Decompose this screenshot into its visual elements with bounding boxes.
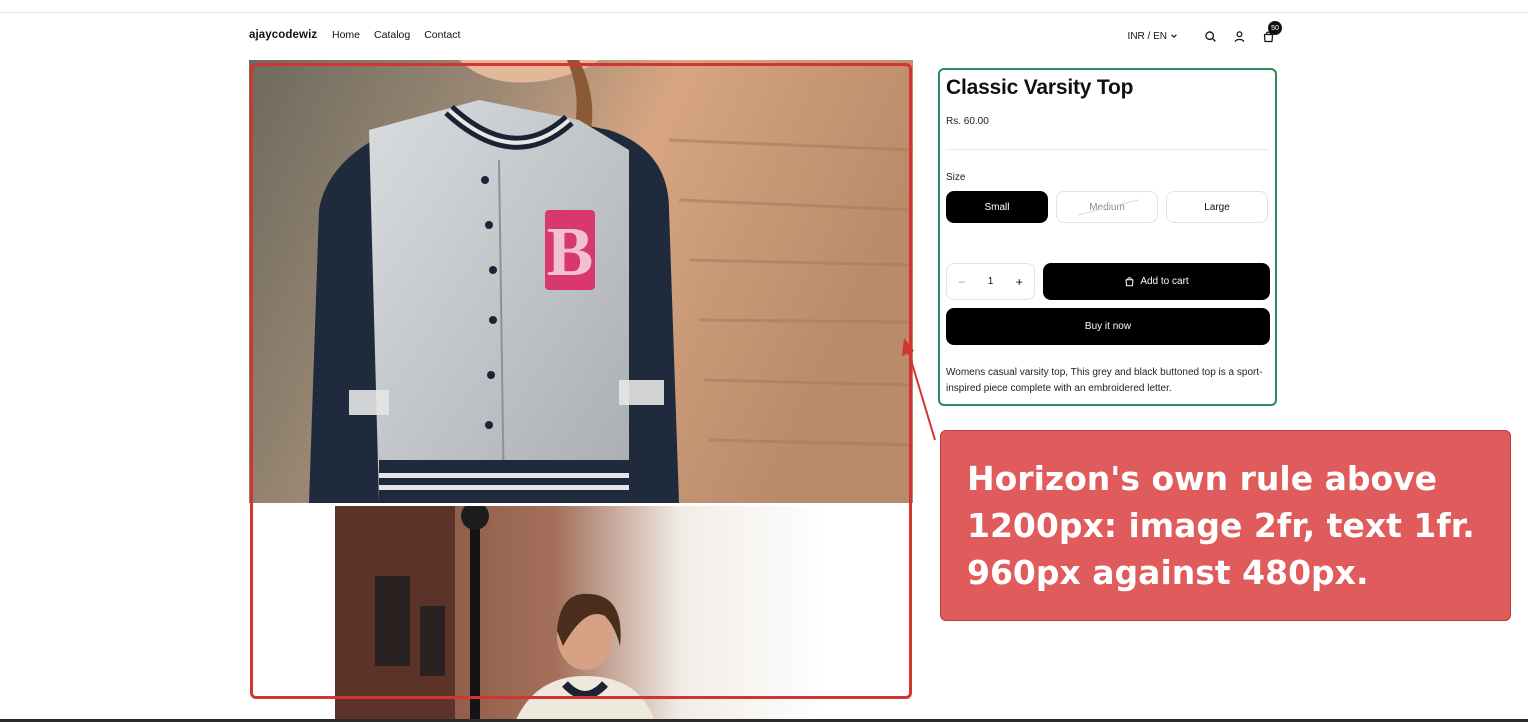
buy-now-button[interactable]: Buy it now [946, 308, 1270, 345]
cart-count-badge: 50 [1268, 21, 1282, 35]
quantity-increase-button[interactable]: + [1016, 275, 1023, 289]
account-icon [1234, 30, 1244, 42]
store-logo[interactable]: ajaycodewiz [249, 29, 317, 41]
quantity-stepper: − 1 + [946, 263, 1035, 300]
locale-selector[interactable]: INR / EN [1128, 31, 1178, 42]
account-button[interactable] [1228, 25, 1250, 47]
search-button[interactable] [1199, 25, 1221, 47]
cart-add-icon [1125, 277, 1134, 287]
size-option-small[interactable]: Small [946, 191, 1048, 223]
size-option-medium[interactable]: Medium [1056, 191, 1158, 223]
search-icon [1204, 30, 1216, 42]
product-price: Rs. 60.00 [946, 116, 989, 127]
main-nav: Home Catalog Contact [332, 29, 460, 41]
nav-contact[interactable]: Contact [424, 29, 460, 41]
quantity-value[interactable]: 1 [988, 276, 994, 287]
header-actions: INR / EN 50 [1128, 21, 1282, 47]
size-label: Size [946, 172, 966, 183]
info-divider [946, 149, 1268, 150]
quantity-decrease-button[interactable]: − [958, 275, 965, 289]
chevron-down-icon [1171, 34, 1177, 38]
annotation-callout: Horizon's own rule above 1200px: image 2… [940, 430, 1511, 621]
nav-catalog[interactable]: Catalog [374, 29, 410, 41]
size-options: Small Medium Large [946, 191, 1268, 223]
top-divider [0, 12, 1528, 13]
product-title: Classic Varsity Top [946, 76, 1134, 99]
cart-button[interactable]: 50 [1257, 21, 1282, 47]
nav-home[interactable]: Home [332, 29, 360, 41]
locale-label: INR / EN [1127, 30, 1167, 42]
media-column-highlight [250, 63, 912, 699]
site-header: ajaycodewiz Home Catalog Contact INR / E… [249, 21, 1282, 47]
product-description: Womens casual varsity top, This grey and… [946, 367, 1263, 394]
add-to-cart-button[interactable]: Add to cart [1043, 263, 1270, 300]
size-option-large[interactable]: Large [1166, 191, 1268, 223]
add-to-cart-label: Add to cart [1140, 276, 1189, 287]
product-info: Classic Varsity Top Rs. 60.00 Size Small… [946, 76, 1270, 394]
